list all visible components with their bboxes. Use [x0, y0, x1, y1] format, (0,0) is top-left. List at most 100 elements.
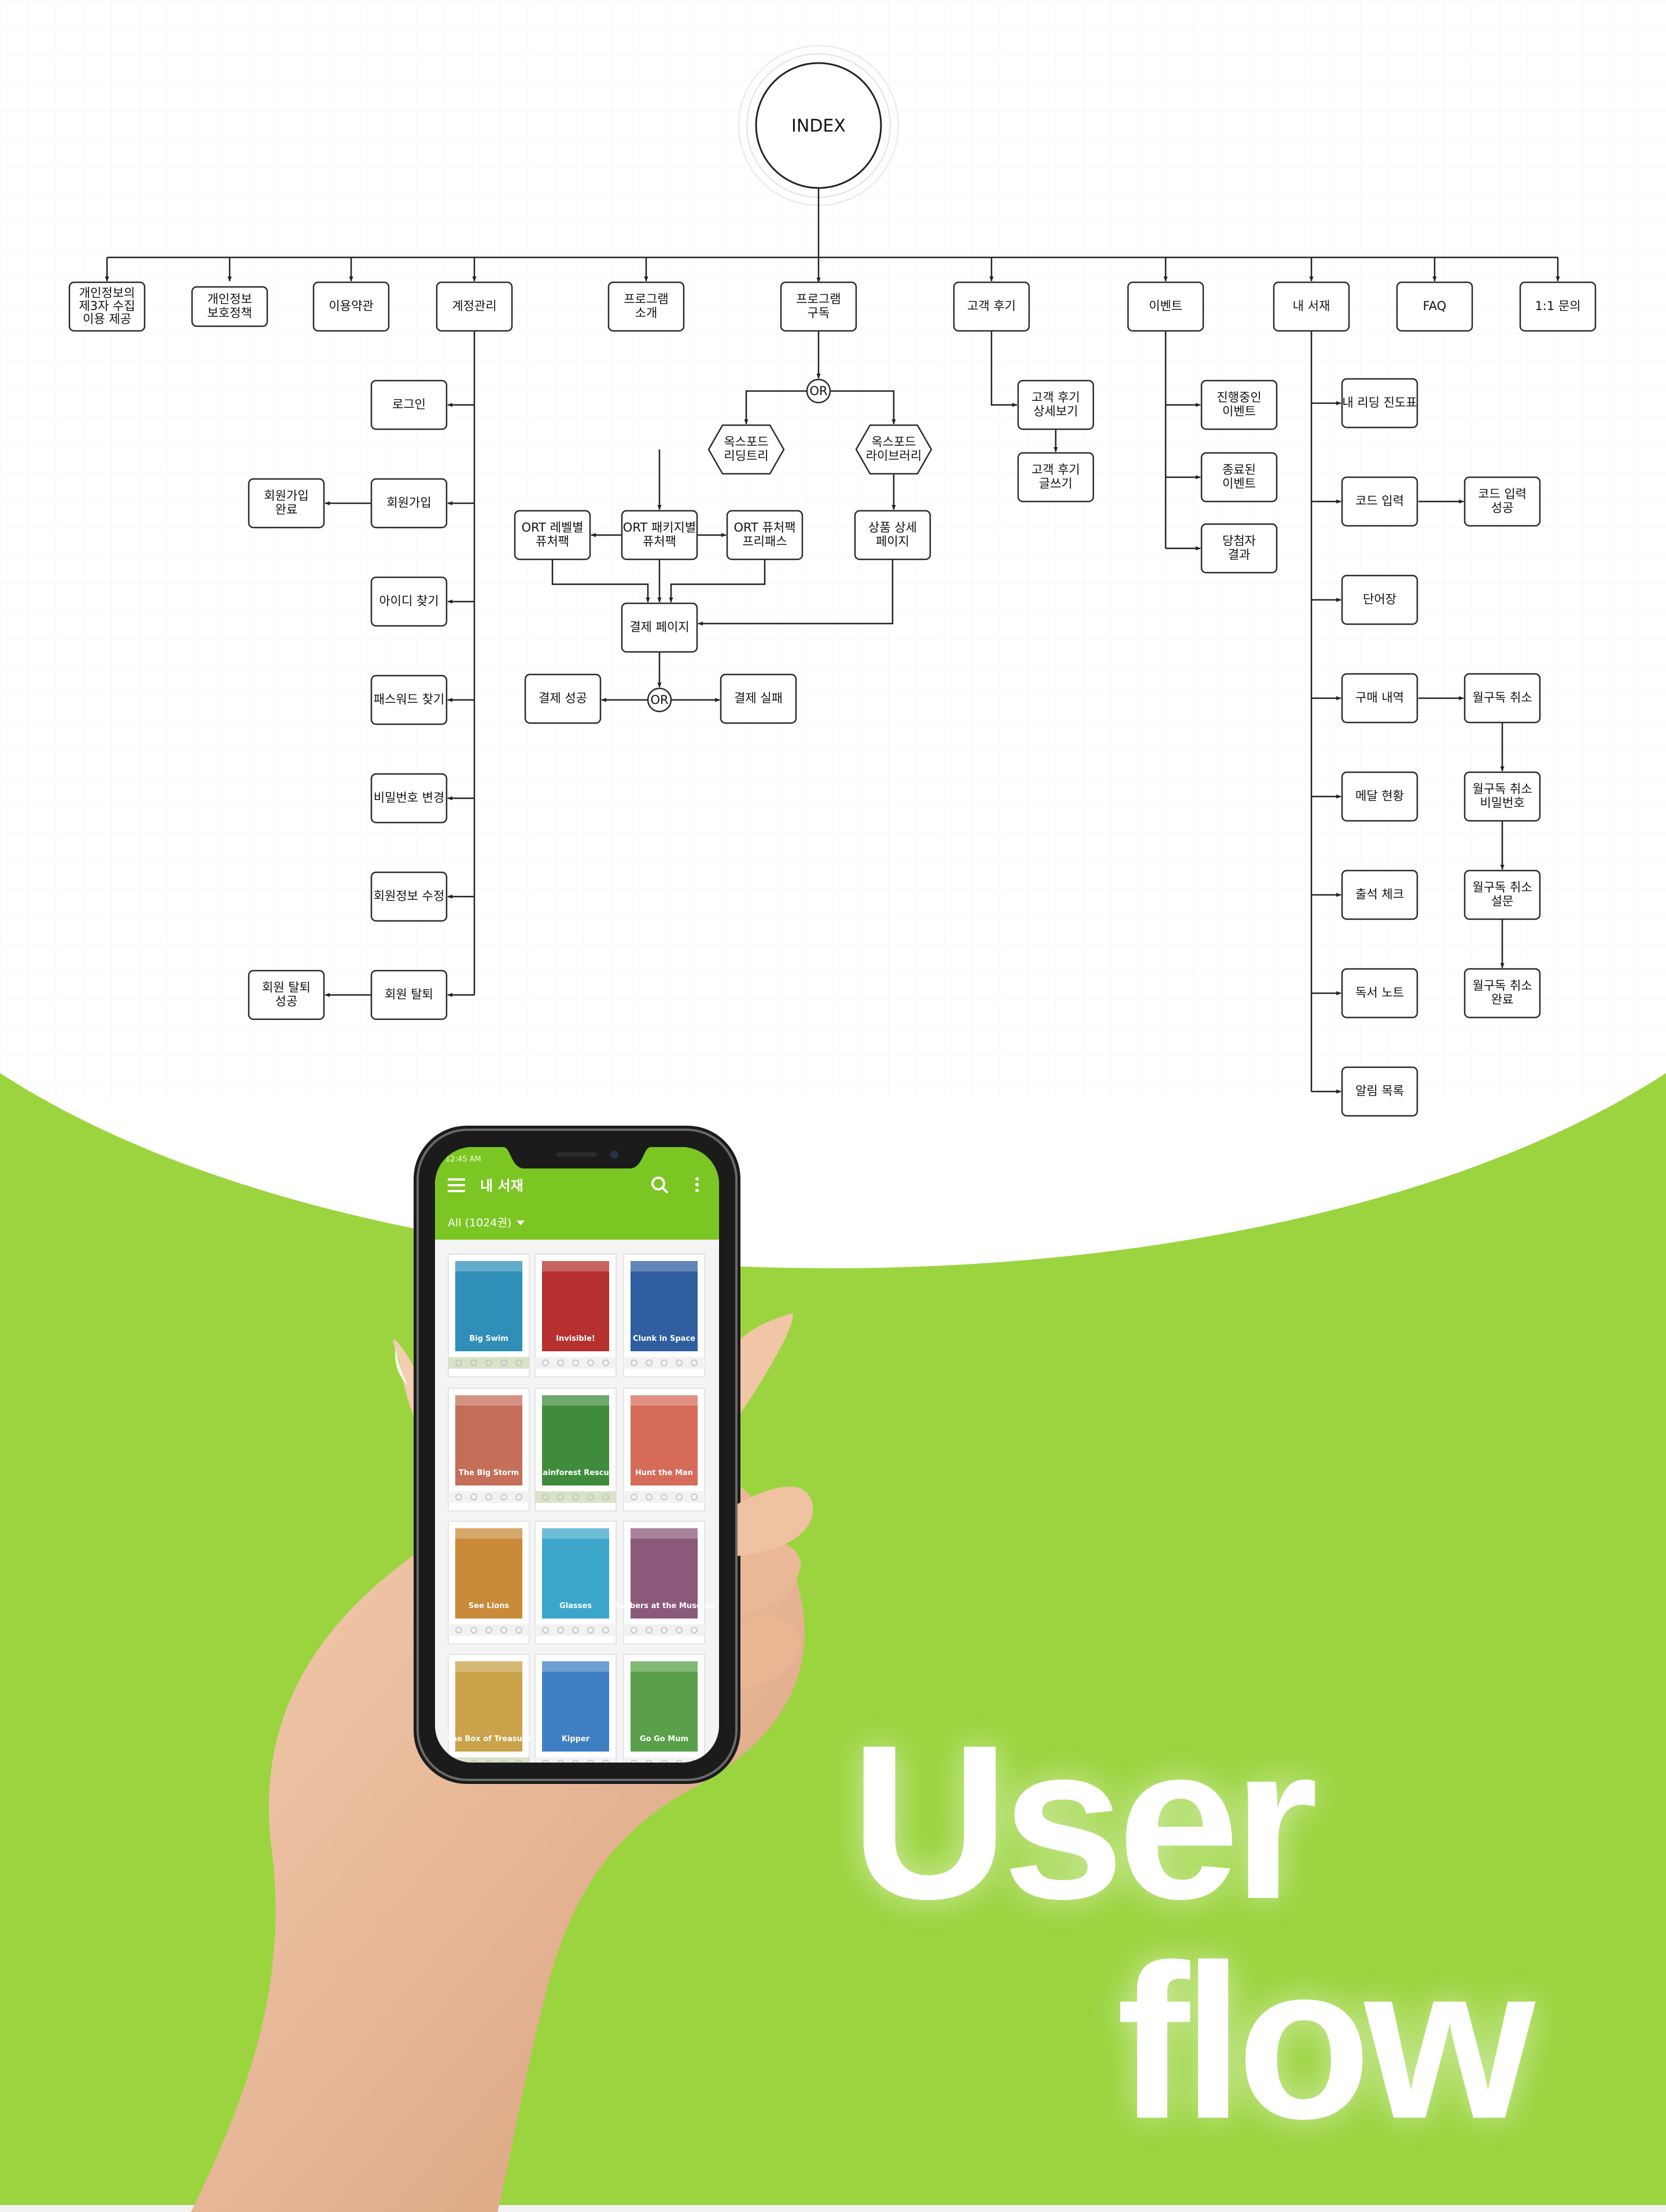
find-id-label-0: 아이디 찾기: [379, 594, 438, 608]
node-vocab: 단어장: [1341, 574, 1418, 625]
book-card[interactable]: Glasses: [535, 1521, 617, 1645]
node-cancel-sub: 월구독 취소: [1464, 673, 1541, 724]
phone-notch: [503, 1147, 651, 1168]
withdraw-done-label-1: 성공: [275, 994, 298, 1008]
node-cancel-pw: 월구독 취소비밀번호: [1464, 771, 1541, 822]
book-card[interactable]: The Box of Treasure: [447, 1654, 531, 1777]
book-card[interactable]: Robbers at the Museum: [614, 1521, 715, 1645]
review-write-label-0: 고객 후기: [1031, 463, 1080, 477]
more-icon[interactable]: [695, 1177, 699, 1192]
book-card[interactable]: Invisible!: [535, 1254, 617, 1377]
node-review-detail: 고객 후기상세보기: [1017, 379, 1094, 430]
payment-label-0: 결제 페이지: [629, 620, 689, 634]
signup-done-label-1: 완료: [275, 503, 298, 517]
code-ok-label-0: 코드 입력: [1478, 487, 1527, 501]
cancel-done-label-0: 월구독 취소: [1472, 979, 1532, 993]
program-sub-label-0: 프로그램: [796, 292, 841, 306]
app-title: 내 서재: [480, 1178, 524, 1194]
cancel-done-label-1: 완료: [1491, 993, 1514, 1007]
node-my-library: 내 서재: [1273, 281, 1350, 332]
book-title: Big Swim: [469, 1334, 508, 1343]
privacy-label-0: 개인정보: [207, 292, 252, 306]
node-event-winners: 당첨자결과: [1200, 523, 1278, 574]
pay-ok-label-0: 결제 성공: [539, 691, 587, 705]
book-card[interactable]: Hunt the Man: [623, 1388, 705, 1511]
node-or2: OR: [647, 687, 672, 713]
title-line-1: User: [850, 1699, 1318, 1945]
node-find-id: 아이디 찾기: [370, 576, 448, 627]
node-purchases: 구매 내역: [1341, 673, 1418, 724]
book-card[interactable]: Rainforest Rescue: [535, 1388, 617, 1511]
book-title: See Lions: [469, 1602, 509, 1610]
node-event-ended: 종료된이벤트: [1200, 452, 1278, 503]
my-library-label-0: 내 서재: [1293, 299, 1330, 313]
program-sub-label-1: 구독: [808, 306, 830, 320]
privacy-label-1: 보호정책: [207, 306, 252, 320]
menu-icon[interactable]: [448, 1178, 465, 1192]
find-pw-label-0: 패스워드 찾기: [374, 692, 445, 706]
event-ended-label-0: 종료된: [1222, 463, 1256, 477]
review-detail-label-0: 고객 후기: [1031, 390, 1080, 404]
book-title: Hunt the Man: [635, 1469, 693, 1477]
medals-label-0: 메달 현황: [1355, 789, 1404, 803]
program-intro-label-0: 프로그램: [624, 292, 668, 306]
oxford-tree-label-1: 리딩트리: [724, 449, 768, 463]
cancel-pw-label-1: 비밀번호: [1480, 796, 1524, 810]
node-pay-fail: 결제 실패: [720, 673, 797, 724]
purchases-label-0: 구매 내역: [1355, 691, 1404, 705]
withdraw-label-0: 회원 탈퇴: [385, 987, 433, 1001]
filter-dropdown[interactable]: All (1024권): [448, 1216, 511, 1229]
cancel-survey-label-1: 설문: [1491, 894, 1514, 908]
signup-label-0: 회원가입: [386, 496, 431, 510]
book-card[interactable]: Kipper: [535, 1654, 617, 1777]
event-ended-label-1: 이벤트: [1222, 477, 1256, 491]
ort-pass-label-1: 프리패스: [742, 534, 787, 548]
node-ort-pass: ORT 퓨처팩프리패스: [726, 510, 803, 561]
node-inquiry: 1:1 문의: [1519, 281, 1597, 332]
node-product-detail: 상품 상세페이지: [854, 510, 931, 561]
cancel-sub-label-0: 월구독 취소: [1472, 691, 1532, 705]
book-title: Rainforest Rescue: [537, 1469, 614, 1477]
program-intro-label-1: 소개: [635, 306, 658, 320]
node-event-ongoing: 진행중인이벤트: [1200, 379, 1278, 430]
or1-label-0: OR: [809, 384, 827, 398]
ort-package-label-1: 퓨처팩: [643, 534, 676, 548]
book-title: Robbers at the Museum: [614, 1602, 715, 1610]
event-ongoing-label-0: 진행중인: [1217, 390, 1261, 404]
phone: 12:45 AM 내 서재 All (1024권) Big Swim Invisi…: [414, 1126, 740, 1784]
node-login: 로그인: [370, 379, 448, 430]
user-flow-title: User flow: [850, 1699, 1626, 2152]
book-card[interactable]: The Big Storm: [448, 1388, 530, 1511]
node-code-input: 코드 입력: [1341, 476, 1418, 527]
index-node: INDEX: [738, 45, 900, 207]
notifications-label-0: 알림 목록: [1355, 1084, 1404, 1098]
node-attendance: 출석 체크: [1341, 869, 1418, 920]
event-ongoing-label-1: 이벤트: [1222, 404, 1256, 418]
node-pay-ok: 결제 성공: [524, 673, 602, 724]
node-progress: 내 리딩 진도표: [1341, 378, 1418, 429]
node-reading-note: 독서 노트: [1341, 968, 1418, 1019]
cancel-survey-label-0: 월구독 취소: [1472, 880, 1532, 894]
node-withdraw-done: 회원 탈퇴성공: [248, 969, 325, 1020]
progress-label-0: 내 리딩 진도표: [1342, 396, 1417, 410]
book-card[interactable]: Clunk in Space: [623, 1254, 705, 1377]
reading-note-label-0: 독서 노트: [1355, 986, 1404, 1000]
book-card[interactable]: See Lions: [448, 1521, 530, 1645]
signup-done-label-0: 회원가입: [264, 489, 308, 503]
book-title: The Big Storm: [459, 1469, 519, 1477]
node-payment: 결제 페이지: [621, 602, 698, 653]
node-ort-package: ORT 패키지별퓨처팩: [621, 510, 698, 561]
review-write-label-1: 글쓰기: [1039, 477, 1072, 491]
book-title: Clunk in Space: [633, 1334, 695, 1343]
book-card[interactable]: Big Swim: [448, 1254, 530, 1377]
node-privacy: 개인정보보호정책: [191, 286, 268, 327]
book-card[interactable]: Go Go Mum: [623, 1654, 705, 1777]
node-find-pw: 패스워드 찾기: [370, 674, 448, 725]
ort-level-label-0: ORT 레벨별: [521, 521, 583, 534]
inquiry-label-0: 1:1 문의: [1535, 299, 1580, 313]
oxford-lib-label-1: 라이브러리: [866, 449, 922, 463]
node-signup-done: 회원가입완료: [248, 478, 325, 529]
node-program-sub: 프로그램구독: [780, 281, 857, 332]
node-or1: OR: [806, 378, 831, 404]
node-program-intro: 프로그램소개: [607, 281, 685, 332]
